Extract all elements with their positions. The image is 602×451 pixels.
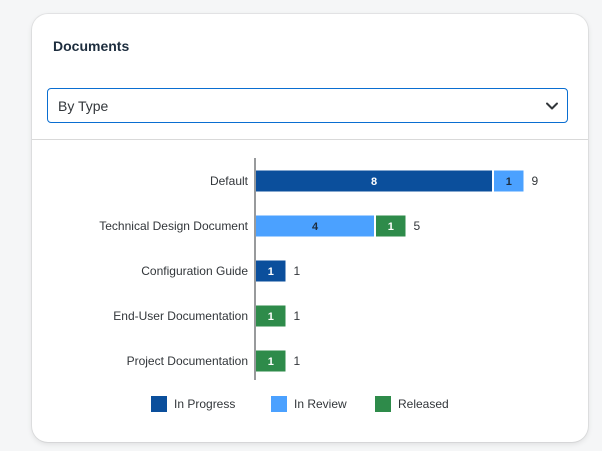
bar-segment-value: 1 <box>268 266 274 278</box>
category-label: End-User Documentation <box>113 309 248 323</box>
category-label: Technical Design Document <box>99 219 248 233</box>
bar-segment-value: 4 <box>312 221 319 233</box>
bar-total-label: 5 <box>414 219 421 233</box>
bar-segment-value: 1 <box>268 356 274 368</box>
category-label: Configuration Guide <box>141 264 248 278</box>
legend-swatch-released[interactable] <box>375 396 391 412</box>
bar-segment-value: 1 <box>388 221 394 233</box>
stacked-bar-chart: Default 8 1 9 Technical Design Document 4 1 5 Co… <box>99 158 539 412</box>
bar-total-label: 1 <box>294 264 301 278</box>
bar-segment-value: 1 <box>268 311 274 323</box>
legend-label[interactable]: In Progress <box>174 397 235 411</box>
legend-label[interactable]: Released <box>398 397 449 411</box>
legend-swatch-in-review[interactable] <box>271 396 287 412</box>
legend-swatch-in-progress[interactable] <box>151 396 167 412</box>
category-label: Default <box>210 174 249 188</box>
bar-segment-value: 1 <box>506 176 512 188</box>
bar-segment-value: 8 <box>371 176 377 188</box>
bar-total-label: 9 <box>532 174 539 188</box>
category-label: Project Documentation <box>127 354 248 368</box>
bar-total-label: 1 <box>294 309 301 323</box>
documents-card: Documents By Type Default 8 1 9 Technical De… <box>32 14 588 442</box>
legend-label[interactable]: In Review <box>294 397 347 411</box>
bar-total-label: 1 <box>294 354 301 368</box>
